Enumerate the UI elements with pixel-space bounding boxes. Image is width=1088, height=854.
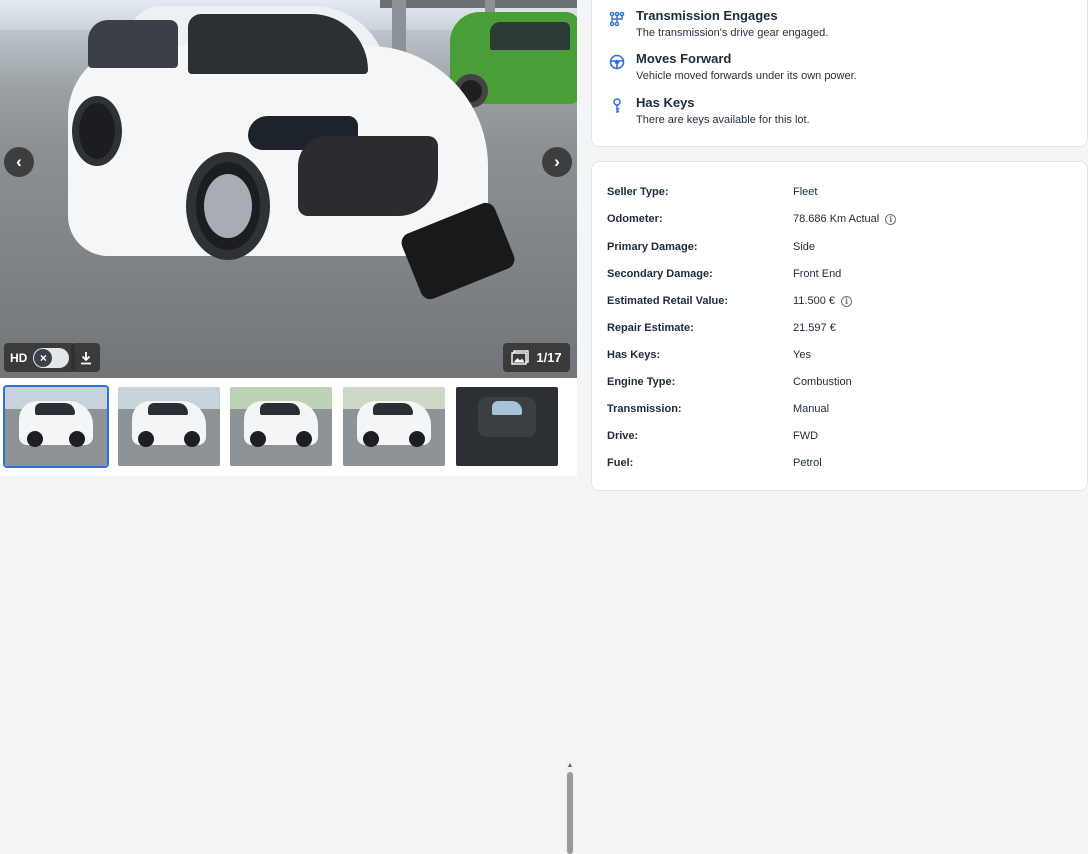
spec-label: Repair Estimate: [607, 322, 694, 334]
spec-label: Primary Damage: [607, 241, 698, 253]
spec-value: Combustion [793, 376, 852, 388]
spec-value: Fleet [793, 186, 818, 198]
hd-toggle-control[interactable]: HD × [4, 343, 76, 372]
thumbnail-2[interactable] [118, 387, 220, 466]
spec-row-has-keys: Has Keys: Yes [607, 346, 1077, 364]
spec-row-odometer: Odometer: 78.686 Km Actual i [607, 210, 1077, 228]
spec-label: Transmission: [607, 403, 682, 415]
close-icon: × [34, 348, 53, 367]
spec-value: 11.500 € [793, 295, 836, 307]
thumbnail-1[interactable] [3, 385, 109, 468]
spec-value: Yes [793, 349, 811, 361]
spec-label: Odometer: [607, 213, 663, 225]
spec-value: FWD [793, 430, 819, 442]
thumbnail-strip: ▲ [0, 378, 577, 854]
scroll-up-icon[interactable]: ▲ [566, 762, 574, 770]
hd-label: HD [10, 350, 28, 365]
hd-toggle[interactable]: × [33, 347, 70, 368]
spec-label: Secondary Damage: [607, 268, 713, 280]
info-icon[interactable]: i [841, 295, 853, 307]
thumbnail-4[interactable] [343, 387, 445, 466]
highlight-description: The transmission's drive gear engaged. [636, 27, 829, 39]
spec-label: Seller Type: [607, 186, 669, 198]
image-gallery: ‹ › HD × 1/17 ▲ [0, 0, 577, 854]
spec-row-repair-estimate: Repair Estimate: 21.597 € [607, 319, 1077, 337]
highlight-moves-forward: Moves Forward Vehicle moved forwards und… [608, 51, 857, 89]
spec-value: 78.686 Km Actual [793, 213, 880, 225]
gallery-icon [511, 350, 530, 365]
highlight-title: Moves Forward [636, 51, 732, 66]
info-icon[interactable]: i [885, 213, 897, 225]
chevron-left-icon: ‹ [16, 152, 22, 171]
highlight-has-keys: Has Keys There are keys available for th… [608, 95, 810, 133]
vehicle-specs-card: Seller Type: Fleet Odometer: 78.686 Km A… [591, 161, 1088, 491]
spec-row-secondary-damage: Secondary Damage: Front End [607, 265, 1077, 283]
spec-row-fuel: Fuel: Petrol [607, 454, 1077, 472]
highlight-transmission: Transmission Engages The transmission's … [608, 8, 828, 46]
spec-row-seller-type: Seller Type: Fleet [607, 183, 1077, 201]
vehicle-highlights-card: Transmission Engages The transmission's … [591, 0, 1088, 147]
spec-value: Petrol [793, 457, 822, 469]
spec-label: Estimated Retail Value: [607, 295, 729, 307]
spec-row-transmission: Transmission: Manual [607, 400, 1077, 418]
key-icon [608, 97, 626, 115]
thumbnail-scrollbar[interactable]: ▲ [566, 762, 574, 854]
spec-row-engine-type: Engine Type: Combustion [607, 373, 1077, 391]
highlight-title: Has Keys [636, 95, 695, 110]
download-button[interactable] [71, 343, 100, 372]
spec-row-drive: Drive: FWD [607, 427, 1077, 445]
spec-label: Has Keys: [607, 349, 661, 361]
transmission-icon [608, 10, 626, 28]
chevron-right-icon: › [554, 152, 560, 171]
highlight-description: There are keys available for this lot. [636, 114, 810, 126]
spec-label: Drive: [607, 430, 639, 442]
steering-wheel-icon [608, 53, 626, 71]
spec-value: 21.597 € [793, 322, 836, 334]
main-vehicle-photo[interactable]: ‹ › HD × 1/17 [0, 0, 577, 378]
thumbnail-5[interactable] [456, 387, 558, 466]
spec-value: Front End [793, 268, 842, 280]
spec-value: Manual [793, 403, 830, 415]
photo-vehicle [68, 6, 518, 306]
next-photo-button[interactable]: › [542, 147, 572, 177]
download-icon [80, 351, 91, 364]
thumbnail-3[interactable] [230, 387, 332, 466]
spec-label: Engine Type: [607, 376, 676, 388]
photo-counter-button[interactable]: 1/17 [503, 343, 570, 372]
spec-value: Side [793, 241, 816, 253]
highlight-title: Transmission Engages [636, 8, 778, 23]
highlight-description: Vehicle moved forwards under its own pow… [636, 70, 857, 82]
previous-photo-button[interactable]: ‹ [4, 147, 34, 177]
spec-row-estimated-retail-value: Estimated Retail Value: 11.500 € i [607, 292, 1077, 310]
spec-label: Fuel: [607, 457, 634, 469]
spec-row-primary-damage: Primary Damage: Side [607, 238, 1077, 256]
photo-counter: 1/17 [536, 350, 562, 365]
